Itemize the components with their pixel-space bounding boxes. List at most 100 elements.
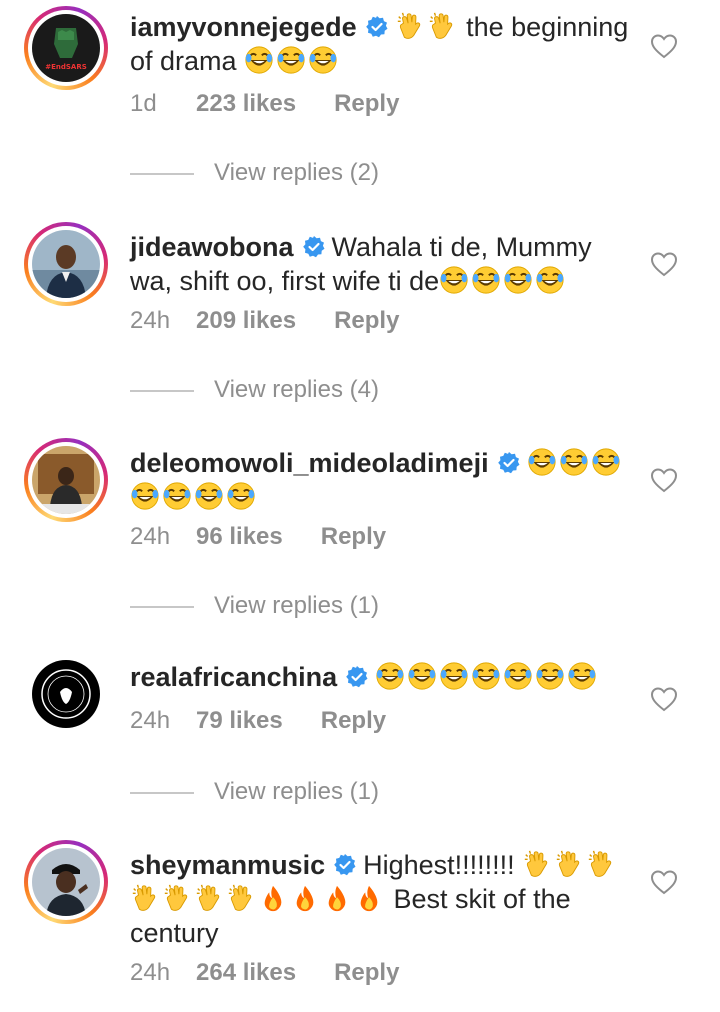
comment-meta: 1d 223 likes Reply	[130, 89, 399, 119]
clap-emoji	[522, 849, 552, 879]
heart-outline-icon[interactable]	[650, 869, 678, 895]
divider-line	[130, 605, 194, 608]
comment-body: iamyvonnejegede the beginning of drama	[130, 10, 630, 78]
view-replies-label: View replies (1)	[214, 592, 379, 619]
clap-emoji	[162, 883, 192, 913]
fire-emoji	[258, 883, 288, 913]
heart-outline-icon[interactable]	[650, 33, 678, 59]
laugh-emoji	[527, 447, 557, 477]
laugh-emoji	[535, 265, 565, 295]
avatar[interactable]	[32, 446, 100, 514]
heart-outline-icon[interactable]	[650, 467, 678, 493]
comment-likes[interactable]: 96 likes	[196, 522, 283, 552]
clap-emoji	[427, 11, 457, 41]
avatar-story-ring[interactable]	[24, 438, 108, 522]
comment-username[interactable]: iamyvonnejegede	[130, 12, 357, 42]
avatar[interactable]	[32, 848, 100, 916]
avatar-story-ring[interactable]	[24, 652, 108, 736]
view-replies-button[interactable]: View replies (1)	[130, 591, 379, 621]
view-replies-button[interactable]: View replies (1)	[130, 777, 379, 807]
laugh-emoji	[308, 45, 338, 75]
comment-time: 24h	[130, 959, 171, 986]
avatar-image	[32, 230, 100, 298]
reply-button[interactable]: Reply	[321, 522, 386, 552]
avatar-image	[32, 660, 100, 728]
avatar-frame	[28, 844, 104, 920]
comment-username[interactable]: deleomowoli_mideoladimeji	[130, 448, 489, 478]
comment-meta: 24h 264 likes Reply	[130, 958, 399, 988]
verified-badge-icon	[333, 853, 357, 877]
verified-badge-icon	[497, 451, 521, 475]
laugh-emoji	[276, 45, 306, 75]
laugh-emoji	[439, 661, 469, 691]
comment-time: 24h	[130, 707, 171, 734]
divider-line	[130, 172, 194, 175]
laugh-emoji	[567, 661, 597, 691]
avatar[interactable]	[32, 660, 100, 728]
view-replies-label: View replies (4)	[214, 376, 379, 403]
heart-outline-icon[interactable]	[650, 251, 678, 277]
avatar-frame	[28, 442, 104, 518]
comment-meta: 24h 79 likes Reply	[130, 706, 386, 736]
laugh-emoji	[503, 265, 533, 295]
laugh-emoji	[162, 481, 192, 511]
laugh-emoji	[244, 45, 274, 75]
avatar-frame	[28, 226, 104, 302]
comment-time: 24h	[130, 307, 171, 334]
laugh-emoji	[503, 661, 533, 691]
fire-emoji	[290, 883, 320, 913]
avatar[interactable]: #EndSARS	[32, 14, 100, 82]
fire-emoji	[354, 883, 384, 913]
avatar-story-ring[interactable]: #EndSARS	[24, 6, 108, 90]
fire-emoji	[322, 883, 352, 913]
laugh-emoji	[559, 447, 589, 477]
comment-body: jideawobona Wahala ti de, Mummy wa, shift…	[130, 230, 630, 298]
clap-emoji	[226, 883, 256, 913]
comment-likes[interactable]: 223 likes	[196, 89, 296, 119]
comment-username[interactable]: realafricanchina	[130, 662, 337, 692]
avatar-image	[32, 848, 100, 916]
avatar-story-ring[interactable]	[24, 840, 108, 924]
avatar-frame: #EndSARS	[28, 10, 104, 86]
comment-time: 24h	[130, 523, 171, 550]
clap-emoji	[194, 883, 224, 913]
avatar[interactable]	[32, 230, 100, 298]
comment-body: realafricanchina	[130, 660, 630, 694]
laugh-emoji	[471, 265, 501, 295]
heart-outline-icon[interactable]	[650, 686, 678, 712]
comment-likes[interactable]: 264 likes	[196, 958, 296, 988]
avatar-caption: #EndSARS	[45, 63, 87, 71]
reply-button[interactable]: Reply	[334, 306, 399, 336]
laugh-emoji	[407, 661, 437, 691]
comment-time: 1d	[130, 90, 157, 117]
laugh-emoji	[439, 265, 469, 295]
avatar-story-ring[interactable]	[24, 222, 108, 306]
view-replies-button[interactable]: View replies (2)	[130, 158, 379, 188]
reply-button[interactable]: Reply	[321, 706, 386, 736]
comment-likes[interactable]: 79 likes	[196, 706, 283, 736]
comment-text: Highest!!!!!!!!	[363, 850, 515, 880]
reply-button[interactable]: Reply	[334, 89, 399, 119]
divider-line	[130, 389, 194, 392]
laugh-emoji	[194, 481, 224, 511]
clap-emoji	[395, 11, 425, 41]
comment-likes[interactable]: 209 likes	[196, 306, 296, 336]
avatar-frame	[24, 652, 108, 736]
laugh-emoji	[535, 661, 565, 691]
verified-badge-icon	[365, 15, 389, 39]
comment-username[interactable]: jideawobona	[130, 232, 294, 262]
view-replies-label: View replies (1)	[214, 778, 379, 805]
laugh-emoji	[471, 661, 501, 691]
view-replies-button[interactable]: View replies (4)	[130, 375, 379, 405]
comment-body: deleomowoli_mideoladimeji	[130, 446, 630, 514]
comment-meta: 24h 209 likes Reply	[130, 306, 399, 336]
comment-username[interactable]: sheymanmusic	[130, 850, 325, 880]
comment-meta: 24h 96 likes Reply	[130, 522, 386, 552]
view-replies-label: View replies (2)	[214, 159, 379, 186]
verified-badge-icon	[345, 665, 369, 689]
laugh-emoji	[130, 481, 160, 511]
divider-line	[130, 791, 194, 794]
avatar-image: #EndSARS	[32, 14, 100, 82]
laugh-emoji	[591, 447, 621, 477]
reply-button[interactable]: Reply	[334, 958, 399, 988]
